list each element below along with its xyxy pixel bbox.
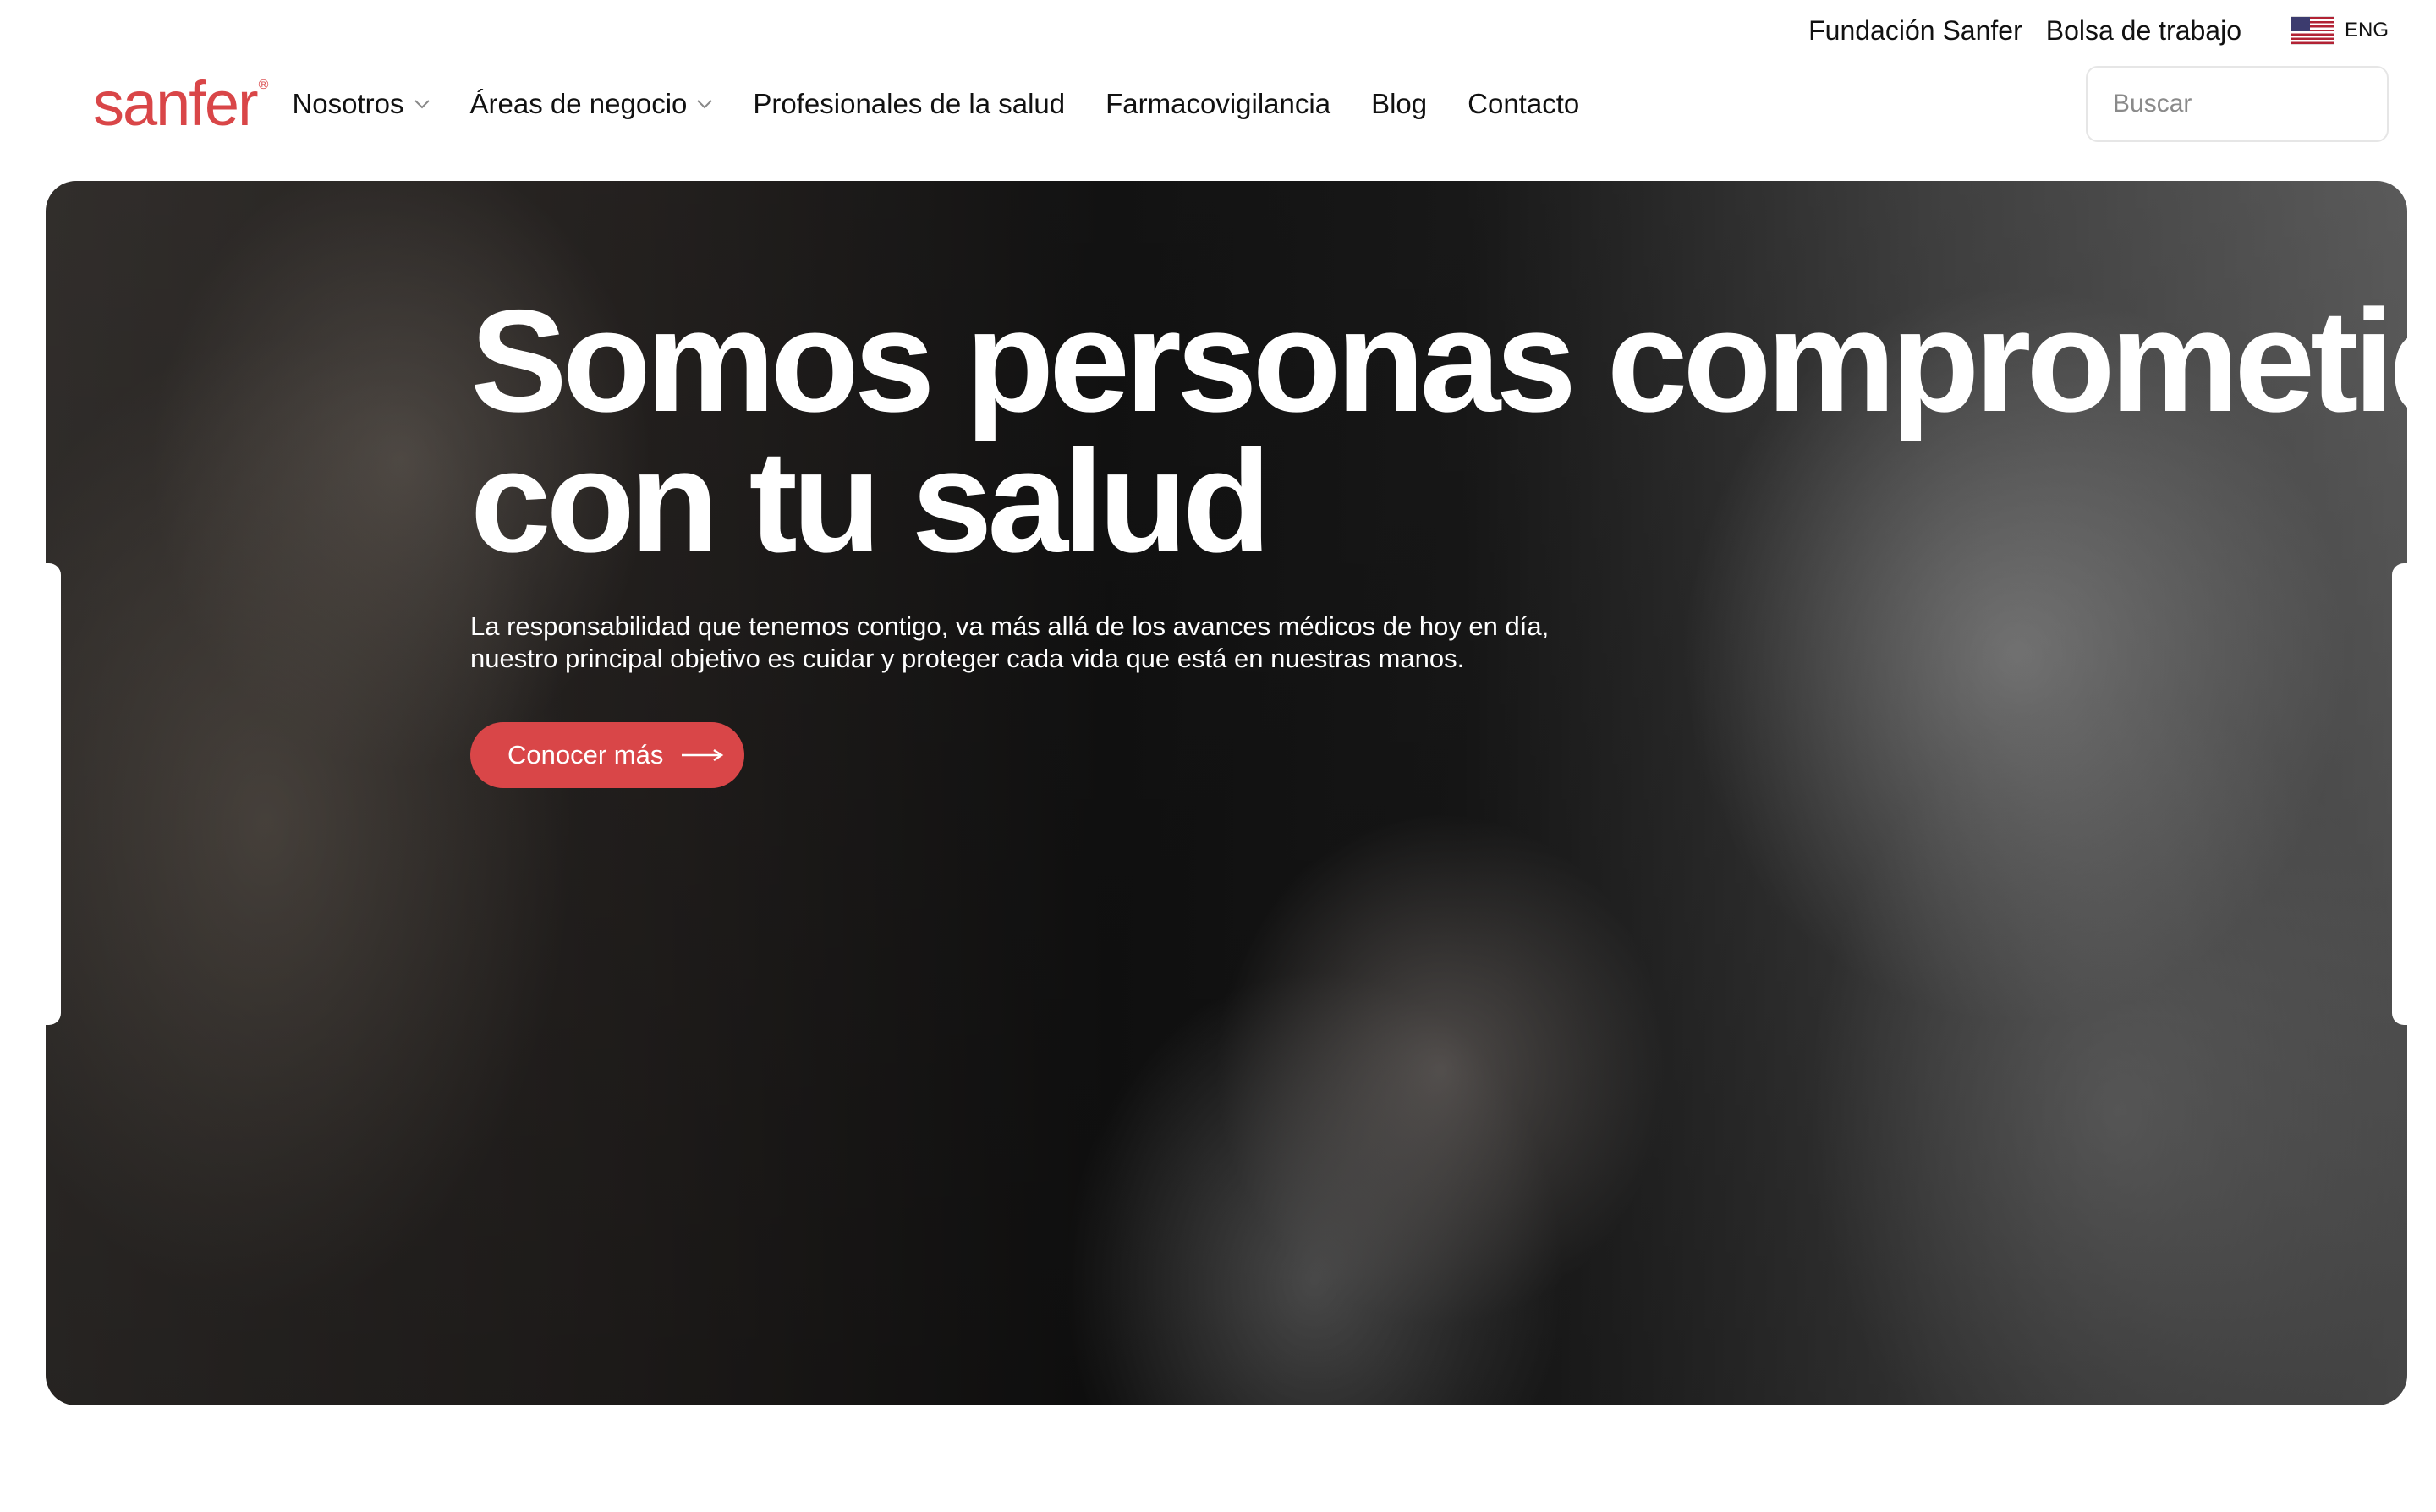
top-utility-bar: Fundación Sanfer Bolsa de trabajo ENG [1808,12,2389,49]
search-input[interactable] [2111,89,2436,119]
nav-item-nosotros[interactable]: Nosotros [292,88,430,120]
nav-item-label: Contacto [1468,88,1580,119]
logo-text: sanfer [93,68,259,139]
main-header: sanfer ® Nosotros Áreas de negocio Profe… [93,64,2436,144]
main-nav: Nosotros Áreas de negocio Profesionales … [292,88,1579,120]
nav-item-label: Blog [1371,88,1428,119]
hero-title: Somos personas comprometidas con tu salu… [470,288,2407,574]
nav-item-areas-de-negocio[interactable]: Áreas de negocio [470,88,713,120]
hero-title-line-2: con tu salud [470,420,1271,583]
language-switcher[interactable]: ENG [2290,16,2389,45]
hero-subtitle-line-2: nuestro principal objetivo es cuidar y p… [470,644,1465,673]
carousel-next-tab[interactable] [2392,563,2407,1025]
nav-item-label: Nosotros [292,88,404,119]
chevron-down-icon [697,100,713,109]
nav-item-contacto[interactable]: Contacto [1468,88,1579,120]
nav-item-label: Áreas de negocio [469,88,688,119]
conocer-mas-button[interactable]: Conocer más [470,722,745,788]
hero-subtitle-line-1: La responsabilidad que tenemos contigo, … [470,611,1550,641]
link-fundacion-sanfer[interactable]: Fundación Sanfer [1808,15,2022,47]
link-bolsa-de-trabajo[interactable]: Bolsa de trabajo [2046,15,2241,47]
nav-item-label: Farmacovigilancia [1106,88,1331,119]
chevron-down-icon [414,100,430,109]
arrow-right-icon [682,748,724,762]
cta-label: Conocer más [508,740,664,770]
hero-title-line-1: Somos personas comprometidas [470,280,2407,442]
carousel-prev-tab[interactable] [46,563,61,1025]
nav-item-profesionales[interactable]: Profesionales de la salud [753,88,1065,120]
search-box [2086,66,2436,142]
logo-registered-mark: ® [258,78,269,92]
sanfer-logo[interactable]: sanfer ® [93,73,268,135]
nav-item-blog[interactable]: Blog [1371,88,1427,120]
hero-subtitle: La responsabilidad que tenemos contigo, … [470,611,1553,675]
nav-item-farmacovigilancia[interactable]: Farmacovigilancia [1106,88,1330,120]
language-label: ENG [2344,19,2389,41]
nav-item-label: Profesionales de la salud [753,88,1066,119]
hero-content: Somos personas comprometidas con tu salu… [470,288,2407,788]
hero-banner: Somos personas comprometidas con tu salu… [46,181,2407,1405]
us-flag-icon [2290,16,2334,45]
